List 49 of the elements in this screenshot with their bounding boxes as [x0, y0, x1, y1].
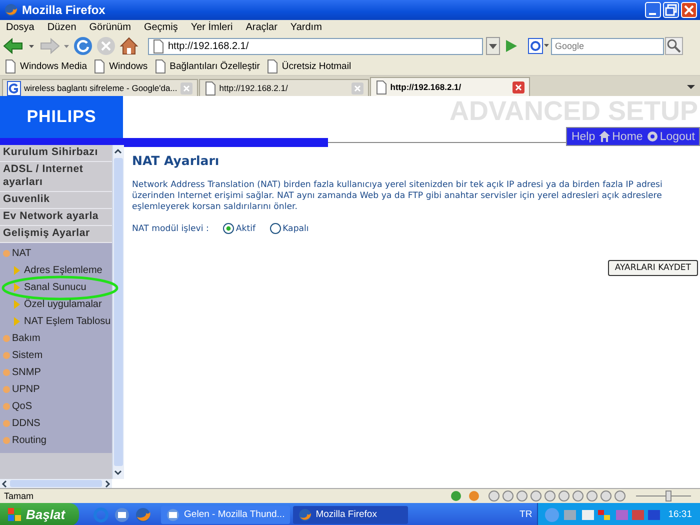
browser-tab[interactable]: http://192.168.2.1/ — [370, 77, 530, 96]
search-field[interactable]: Google — [551, 38, 664, 54]
language-indicator[interactable]: TR — [514, 509, 538, 520]
bookmark-link[interactable]: Windows — [93, 59, 148, 74]
window-title: Mozilla Firefox — [22, 3, 106, 17]
menu-item[interactable]: Yer İmleri — [190, 22, 233, 32]
menu-section[interactable]: Gelişmiş Ayarlar — [0, 226, 112, 243]
menu-item[interactable]: UPNP — [12, 384, 40, 395]
nav-link[interactable]: Help — [571, 130, 596, 142]
taskbar-button[interactable]: Gelen - Mozilla Thund... — [161, 506, 290, 524]
menu-item[interactable]: NAT — [12, 248, 32, 259]
description-text: Network Address Translation (NAT) birden fazla kullanıcıya yerel sitenizden bir tek açık IP adresi ya da birden fazla IP adresi üzerinden Internet erişimi sağlar. NAT aynı zamanda Web ya da FTP gibi anahtar servisler için yerel adresleri açık adreslere eşlemleyerek korsan saldırılarını önler. — [132, 180, 664, 213]
menu-item[interactable]: DDNS — [12, 418, 40, 429]
start-button[interactable]: Başlat — [0, 503, 80, 525]
radio-label: Kapalı — [282, 224, 309, 234]
taskbar-button[interactable]: Mozilla Firefox — [292, 506, 408, 524]
menu-item[interactable]: Araçlar — [246, 22, 278, 32]
menu-section[interactable]: Guvenlik — [0, 192, 112, 209]
bookmark-link[interactable]: Bağlantıları Özelleştir — [154, 59, 260, 74]
browser-tab[interactable]: http://192.168.2.1/ — [199, 79, 370, 96]
save-button[interactable]: AYARLARI KAYDET — [608, 260, 698, 276]
submenu-item[interactable]: NAT Eşlem Tablosu — [24, 316, 111, 327]
browser-tab[interactable]: wireless baglantı sifreleme - Google'da... — [2, 79, 198, 96]
field-label: NAT modül işlevi : — [132, 224, 209, 234]
menu-item[interactable]: Dosya — [6, 22, 34, 32]
submenu-item[interactable]: Özel uygulamalar — [24, 299, 102, 310]
clock: 16:31 — [668, 509, 692, 520]
address-field[interactable]: http://192.168.2.1/ — [148, 38, 483, 54]
nav-link[interactable]: Home — [599, 130, 643, 142]
menu-section[interactable]: Ev Network ayarla — [0, 209, 112, 226]
brand-logo: PHILIPS — [0, 96, 123, 138]
nav-link[interactable]: Logout — [646, 130, 695, 142]
menu-item[interactable]: Routing — [12, 435, 46, 446]
menu-item[interactable]: Düzen — [47, 22, 76, 32]
menu-item[interactable]: Sistem — [12, 350, 43, 361]
submenu-item[interactable]: Adres Eşlemleme — [24, 265, 102, 276]
menu-item[interactable]: Bakım — [12, 333, 40, 344]
status-text: Tamam — [4, 491, 34, 501]
menu-section[interactable]: ADSL / Internet ayarları — [0, 162, 112, 192]
page-title: NAT Ayarları — [132, 153, 220, 168]
menu-item[interactable]: SNMP — [12, 367, 41, 378]
menu-item[interactable]: QoS — [12, 401, 32, 412]
menu-item[interactable]: Yardım — [290, 22, 322, 32]
menu-item[interactable]: Görünüm — [89, 22, 131, 32]
bookmark-link[interactable]: Ücretsiz Hotmail — [266, 59, 352, 74]
menu-section[interactable]: Kurulum Sihirbazı — [0, 145, 112, 162]
bookmark-link[interactable]: Windows Media — [4, 59, 88, 74]
radio-label: Aktif — [236, 224, 256, 234]
menu-item[interactable]: Geçmiş — [144, 22, 178, 32]
